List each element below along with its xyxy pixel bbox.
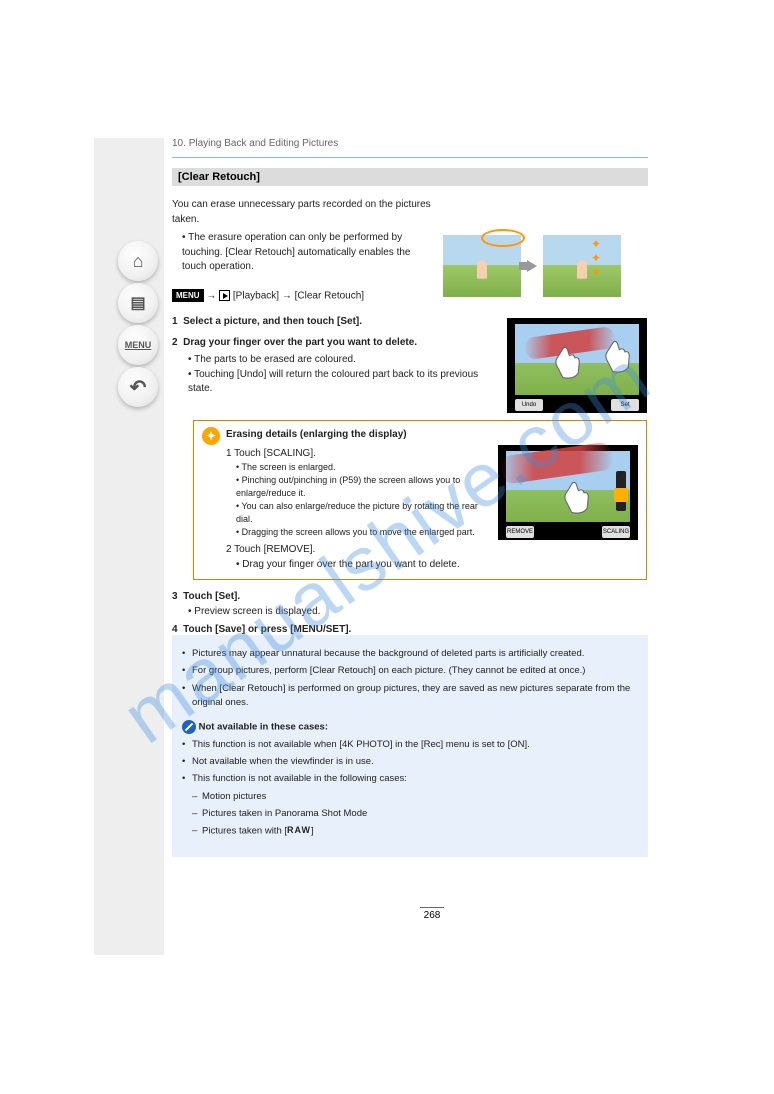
tip-b2: You can also enlarge/reduce the picture … [236, 501, 478, 524]
playback-icon [219, 290, 230, 301]
note-2: When [Clear Retouch] is performed on gro… [182, 682, 638, 711]
contents-icon[interactable]: ▤ [118, 283, 158, 323]
tip-figure: REMOVE SCALING [498, 445, 638, 540]
na-sub-0: Motion pictures [182, 790, 638, 804]
na-sub-1: Pictures taken in Panorama Shot Mode [182, 807, 638, 821]
tip-s2: Touch [REMOVE]. [234, 544, 315, 555]
chapter-number: 10. [172, 138, 186, 149]
tip-b1: Pinching out/pinching in (P59) the scree… [236, 475, 460, 498]
hand-icon-2 [593, 332, 637, 376]
photo-after: ✦ ✦ ✦ [543, 235, 621, 297]
na-sub-2: Pictures taken with [RAW] [182, 824, 638, 839]
na-0: This function is not available when [4K … [182, 738, 638, 752]
intro-line: You can erase unnecessary parts recorded… [172, 198, 432, 227]
back-icon[interactable]: ↶ [118, 367, 158, 407]
step2-figure: Undo Set [507, 318, 647, 413]
not-available-icon [182, 720, 196, 734]
menu-badge: MENU [172, 289, 204, 303]
set-button: Set [611, 399, 639, 411]
tip-s1: Touch [SCALING]. [234, 448, 316, 459]
menu-icon[interactable]: MENU [118, 325, 158, 365]
step3-note: Preview screen is displayed. [194, 606, 320, 617]
menu-section: [Playback] [233, 290, 279, 301]
arrow2: → [282, 290, 292, 301]
lightbulb-icon: ✦ [202, 427, 220, 445]
na-heading: Not available in these cases: [199, 722, 328, 733]
home-icon[interactable]: ⌂ [118, 241, 158, 281]
step2-b1: The parts to be erased are coloured. [194, 354, 356, 365]
tip-box: ✦ Erasing details (enlarging the display… [193, 420, 647, 580]
note-1: For group pictures, perform [Clear Retou… [182, 664, 638, 678]
page-number: 268 [420, 907, 444, 921]
section-title: [Clear Retouch] [172, 168, 648, 186]
intro-text: You can erase unnecessary parts recorded… [172, 198, 432, 275]
tip-b3: Dragging the screen allows you to move t… [242, 527, 475, 537]
step-2: 2 Drag your finger over the part you wan… [172, 336, 492, 397]
tip-title: Erasing details (enlarging the display) [226, 429, 407, 440]
chapter-header: 10. Playing Back and Editing Pictures [172, 138, 648, 149]
na-1: Not available when the viewfinder is in … [182, 755, 638, 769]
photo-before [443, 235, 521, 297]
arrow-icon [527, 260, 537, 272]
menu-item: [Clear Retouch] [295, 290, 364, 301]
tip-b0: The screen is enlarged. [242, 462, 336, 472]
divider [172, 157, 648, 158]
notes-panel: Pictures may appear unnatural because th… [172, 635, 648, 857]
chapter-title: Playing Back and Editing Pictures [189, 138, 339, 149]
remove-button: REMOVE [506, 526, 534, 538]
pinch-hand-icon [552, 473, 596, 517]
note-0: Pictures may appear unnatural because th… [182, 647, 638, 661]
step2-b2: Touching [Undo] will return the coloured… [188, 369, 478, 395]
scaling-button: SCALING [602, 526, 630, 538]
hand-icon [543, 338, 587, 382]
na-2: This function is not available in the fo… [182, 772, 638, 786]
step4-title: Touch [Save] or press [MENU/SET]. [183, 624, 351, 635]
intro-note: The erasure operation can only be perfor… [182, 232, 410, 272]
before-after-figure: ✦ ✦ ✦ [443, 235, 621, 297]
tip-s3: Drag your finger over the part you want … [242, 559, 459, 570]
arrow: → [206, 290, 216, 301]
undo-button: Undo [515, 399, 543, 411]
